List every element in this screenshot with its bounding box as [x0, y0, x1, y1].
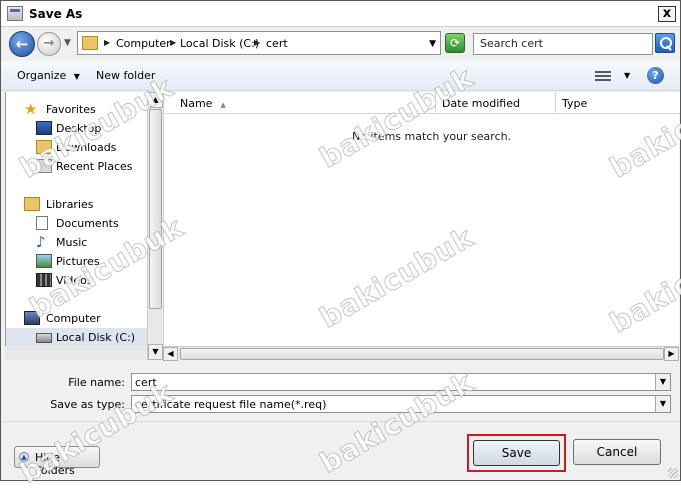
command-toolbar: Organize ▼ New folder ▼ ? [1, 61, 680, 91]
sort-arrow-icon: ▲ [220, 101, 226, 109]
organize-label: Organize [17, 69, 67, 82]
search-input[interactable]: Search cert [473, 33, 653, 55]
save-as-dialog: Save As x ← → ▼ ▶ Computer ▶ Local Disk … [0, 0, 681, 490]
nav-computer[interactable]: Computer [6, 309, 148, 328]
chevron-down-icon[interactable]: ▼ [655, 374, 670, 390]
breadcrumb-arrow-icon[interactable]: ▶ [254, 38, 260, 47]
nav-label: Libraries [46, 198, 94, 211]
dialog-icon [7, 6, 23, 21]
address-bar-row: ← → ▼ ▶ Computer ▶ Local Disk (C:) ▶ cer… [1, 28, 680, 60]
view-dropdown-icon[interactable]: ▼ [624, 71, 630, 80]
nav-libraries[interactable]: Libraries [6, 195, 148, 214]
file-name-input[interactable]: cert ▼ [131, 373, 671, 391]
help-icon[interactable]: ? [647, 67, 664, 84]
nav-documents[interactable]: Documents [6, 214, 148, 233]
breadcrumb-local-disk[interactable]: Local Disk (C:) [180, 37, 259, 50]
folder-icon [82, 36, 98, 50]
title-bar: Save As x [1, 1, 680, 27]
save-button[interactable]: Save [473, 440, 560, 466]
organize-menu[interactable]: Organize ▼ [17, 69, 80, 82]
cancel-button[interactable]: Cancel [573, 439, 661, 465]
star-icon: ★ [24, 100, 38, 118]
documents-icon [36, 216, 48, 230]
breadcrumb-computer[interactable]: Computer [116, 37, 171, 50]
chevron-down-icon: ▼ [73, 72, 80, 81]
music-icon: ♪ [36, 233, 46, 251]
scroll-thumb[interactable] [180, 348, 664, 360]
file-name-label: File name: [68, 376, 125, 389]
recent-pages-dropdown-icon[interactable]: ▼ [64, 38, 71, 48]
nav-label: Documents [56, 217, 119, 230]
libraries-icon [24, 197, 40, 211]
scroll-right-icon[interactable]: ▶ [664, 347, 679, 361]
nav-local-disk[interactable]: Local Disk (C:) [6, 328, 148, 347]
scroll-down-icon[interactable]: ▼ [148, 344, 163, 360]
nav-horizontal-scrollbar[interactable] [5, 346, 147, 360]
close-button[interactable]: x [658, 6, 676, 22]
breadcrumb-arrow-icon[interactable]: ▶ [170, 38, 176, 47]
file-list[interactable]: Name ▲ Date modified Type No items match … [163, 92, 680, 347]
view-options-icon[interactable] [595, 69, 611, 83]
scroll-thumb[interactable] [149, 109, 162, 309]
search-icon[interactable] [655, 33, 675, 53]
desktop-icon [36, 121, 52, 135]
disk-drive-icon [36, 333, 52, 343]
back-button[interactable]: ← [9, 31, 35, 57]
breadcrumb-cert[interactable]: cert [266, 37, 288, 50]
window-title: Save As [29, 7, 83, 21]
breadcrumb-arrow-icon[interactable]: ▶ [104, 38, 110, 47]
address-bar[interactable]: ▶ Computer ▶ Local Disk (C:) ▶ cert ▼ [77, 31, 441, 55]
pictures-icon [36, 254, 52, 268]
address-dropdown-icon[interactable]: ▼ [429, 39, 436, 49]
resize-grip[interactable] [668, 468, 678, 478]
save-highlight: Save [467, 434, 566, 472]
refresh-icon[interactable]: ⟳ [445, 33, 465, 53]
scroll-left-icon[interactable]: ◀ [163, 347, 178, 361]
chevron-down-icon[interactable]: ▼ [655, 396, 670, 412]
forward-button[interactable]: → [37, 32, 61, 56]
column-header-type[interactable]: Type [556, 92, 680, 114]
column-label: Name [180, 97, 213, 110]
nav-label: Local Disk (C:) [56, 331, 136, 344]
nav-label: Music [56, 236, 88, 249]
list-horizontal-scrollbar[interactable]: ◀ ▶ [163, 346, 679, 361]
